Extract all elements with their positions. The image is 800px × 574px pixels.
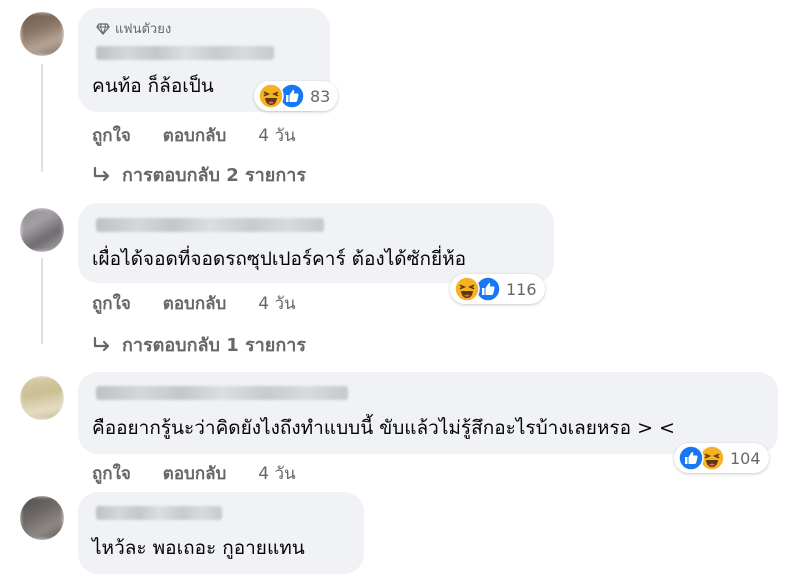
reply-button[interactable]: ตอบกลับ — [163, 464, 227, 484]
comment-bubble: ไหว้ละ พอเถอะ กูอายแทน — [78, 492, 364, 574]
reaction-summary[interactable]: 83 — [254, 81, 339, 111]
comment-bubble: เผื่อได้จอดที่จอดรถซุปเปอร์คาร์ ต้องได้ซ… — [78, 203, 554, 283]
reply-arrow-icon — [93, 166, 110, 181]
replies-label: การตอบกลับ 1 รายการ — [122, 335, 307, 356]
haha-reaction-icon — [258, 83, 284, 109]
view-replies-link[interactable]: การตอบกลับ 1 รายการ — [92, 330, 306, 359]
haha-reaction-icon — [454, 276, 480, 302]
replies-label: การตอบกลับ 2 รายการ — [122, 165, 307, 186]
comment-text: คืออยากรู้นะว่าคิดยังไงถึงทำแบบนี้ ขับแล… — [92, 417, 675, 439]
comment-timestamp[interactable]: 4 วัน — [258, 294, 295, 314]
avatar[interactable] — [20, 208, 64, 252]
reply-button[interactable]: ตอบกลับ — [163, 294, 227, 314]
commenter-name[interactable] — [96, 46, 274, 60]
reaction-summary[interactable]: 116 — [450, 274, 545, 304]
reaction-count: 104 — [730, 448, 761, 468]
comment-actions: ถูกใจ ตอบกลับ 4 วัน — [92, 122, 296, 149]
top-fan-badge: แฟนตัวยง — [96, 18, 171, 39]
view-replies-link[interactable]: การตอบกลับ 2 รายการ — [92, 160, 306, 189]
reply-thread-line — [41, 258, 43, 344]
comment-actions: ถูกใจ ตอบกลับ 4 วัน — [92, 460, 296, 487]
reaction-count: 116 — [506, 279, 537, 299]
reaction-count: 83 — [310, 86, 331, 106]
commenter-name[interactable] — [96, 218, 324, 232]
avatar[interactable] — [20, 12, 64, 56]
like-reaction-icon — [678, 445, 704, 471]
like-button[interactable]: ถูกใจ — [92, 464, 131, 484]
comment-actions: ถูกใจ ตอบกลับ 4 วัน — [92, 290, 296, 317]
commenter-name[interactable] — [96, 386, 348, 400]
like-button[interactable]: ถูกใจ — [92, 126, 131, 146]
avatar[interactable] — [20, 496, 64, 540]
comment-timestamp[interactable]: 4 วัน — [258, 464, 295, 484]
comment-timestamp[interactable]: 4 วัน — [258, 126, 295, 146]
reaction-summary[interactable]: 104 — [674, 443, 769, 473]
comment-text: คนท้อ ก็ล้อเป็น — [92, 75, 214, 97]
reply-thread-line — [41, 64, 43, 172]
comment-text: ไหว้ละ พอเถอะ กูอายแทน — [92, 537, 305, 559]
comment-text: เผื่อได้จอดที่จอดรถซุปเปอร์คาร์ ต้องได้ซ… — [92, 248, 467, 270]
badge-label: แฟนตัวยง — [115, 22, 172, 37]
comment-bubble: คืออยากรู้นะว่าคิดยังไงถึงทำแบบนี้ ขับแล… — [78, 372, 778, 454]
like-button[interactable]: ถูกใจ — [92, 294, 131, 314]
diamond-icon — [96, 22, 110, 35]
reply-arrow-icon — [93, 336, 110, 351]
avatar[interactable] — [20, 376, 64, 420]
commenter-name[interactable] — [96, 506, 222, 520]
reply-button[interactable]: ตอบกลับ — [163, 126, 227, 146]
